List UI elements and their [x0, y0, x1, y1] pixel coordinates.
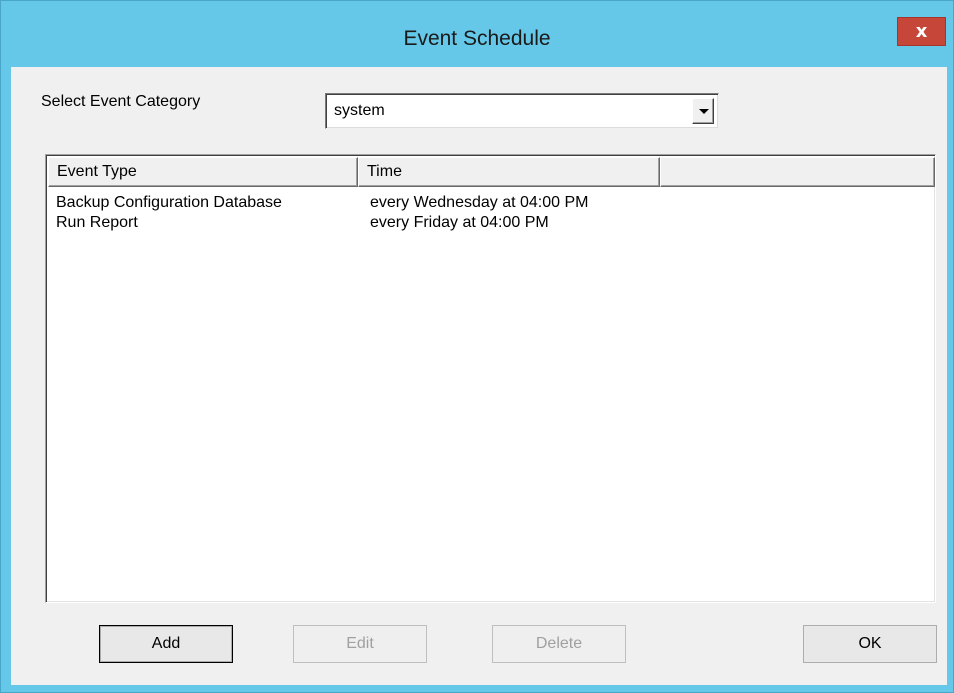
column-header-event-type[interactable]: Event Type	[48, 157, 358, 187]
dialog-body: Select Event Category system Event Type …	[11, 67, 947, 685]
event-type-cell: Run Report	[56, 214, 138, 231]
column-header-time[interactable]: Time	[358, 157, 660, 187]
close-icon: x	[915, 21, 928, 42]
delete-button[interactable]: Delete	[492, 625, 626, 663]
table-row[interactable]: Run Report every Friday at 04:00 PM	[48, 214, 928, 234]
close-button[interactable]: x	[897, 17, 946, 46]
ok-button[interactable]: OK	[803, 625, 937, 663]
title-bar[interactable]: Event Schedule x	[1, 1, 953, 67]
chevron-down-icon[interactable]	[692, 98, 714, 124]
category-label: Select Event Category	[41, 93, 201, 110]
list-header: Event Type Time	[48, 157, 935, 187]
time-cell: every Friday at 04:00 PM	[370, 214, 549, 231]
table-row[interactable]: Backup Configuration Database every Wedn…	[48, 194, 928, 214]
category-select[interactable]: system	[325, 93, 719, 129]
edit-button[interactable]: Edit	[293, 625, 427, 663]
category-select-value: system	[334, 102, 385, 119]
add-button[interactable]: Add	[99, 625, 233, 663]
column-header-empty[interactable]	[660, 157, 935, 187]
event-schedule-window: Event Schedule x Select Event Category s…	[0, 0, 954, 693]
event-type-cell: Backup Configuration Database	[56, 194, 282, 211]
window-title: Event Schedule	[403, 27, 551, 50]
time-cell: every Wednesday at 04:00 PM	[370, 194, 589, 211]
event-list[interactable]: Event Type Time Backup Configuration Dat…	[45, 154, 936, 603]
